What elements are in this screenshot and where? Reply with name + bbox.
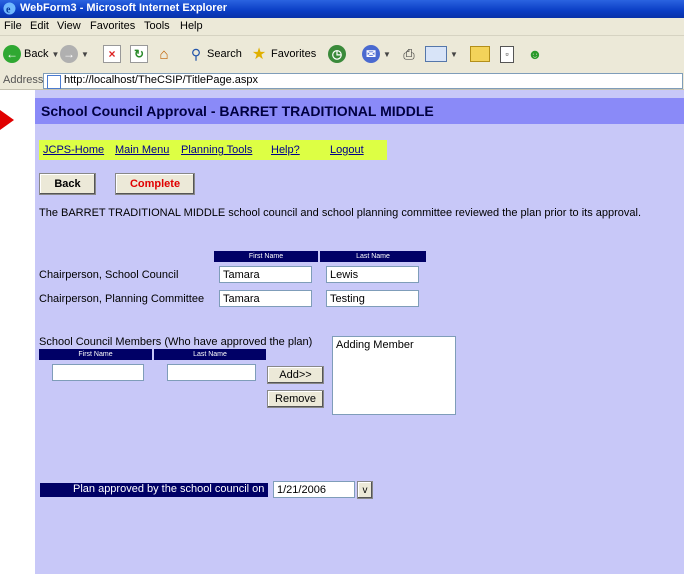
back-button[interactable]: Back — [39, 173, 96, 195]
chair-first-name-header: First Name — [214, 251, 318, 262]
add-member-button[interactable]: Add>> — [267, 366, 324, 384]
menu-favorites[interactable]: Favorites — [90, 20, 135, 32]
favorites-button[interactable]: ★ Favorites — [250, 44, 316, 64]
ie-logo-icon: e — [3, 2, 16, 16]
member-last-name-input[interactable] — [167, 364, 256, 381]
nav-planning-tools[interactable]: Planning Tools — [181, 144, 252, 156]
planning-committee-chair-last-input[interactable]: Testing — [326, 290, 419, 307]
menu-help[interactable]: Help — [180, 20, 203, 32]
window-title: WebForm3 - Microsoft Internet Explorer — [20, 2, 227, 14]
back-nav-button[interactable]: ← Back ▼ — [3, 44, 59, 64]
member-last-name-header: Last Name — [154, 349, 266, 360]
stop-button[interactable]: × — [103, 44, 121, 64]
list-item[interactable]: Adding Member — [333, 337, 455, 353]
messenger-button[interactable]: ☻ — [525, 44, 545, 64]
address-input[interactable]: http://localhost/TheCSIP/TitlePage.aspx — [43, 73, 683, 89]
menu-edit[interactable]: Edit — [30, 20, 49, 32]
chevron-down-icon: ▼ — [81, 49, 89, 59]
stop-icon: × — [103, 45, 121, 63]
browser-toolbar: ← Back ▼ → ▼ × ↻ ⌂ ⚲ Search ★ Favorites … — [0, 36, 684, 73]
menu-bar: File Edit View Favorites Tools Help — [0, 18, 684, 36]
page-title-bar: School Council Approval - BARRET TRADITI… — [35, 98, 684, 124]
planning-committee-chair-first-input[interactable]: Tamara — [219, 290, 312, 307]
date-dropdown-button[interactable]: v — [357, 481, 373, 499]
chair-last-name-header: Last Name — [320, 251, 426, 262]
research-button[interactable]: ▫ — [500, 44, 514, 64]
home-button[interactable]: ⌂ — [155, 44, 173, 64]
complete-button[interactable]: Complete — [115, 173, 195, 195]
school-council-chair-label: Chairperson, School Council — [39, 269, 179, 281]
approval-date-label-bar: Plan approved by the school council on — [40, 483, 268, 497]
school-council-chair-last-input[interactable]: Lewis — [326, 266, 419, 283]
nav-jcps-home[interactable]: JCPS-Home — [43, 144, 104, 156]
home-icon: ⌂ — [159, 45, 169, 63]
research-icon: ▫ — [500, 45, 514, 63]
approval-date-input[interactable]: 1/21/2006 — [273, 481, 355, 498]
school-council-chair-first-input[interactable]: Tamara — [219, 266, 312, 283]
window-titlebar: e WebForm3 - Microsoft Internet Explorer — [0, 0, 684, 18]
member-first-name-input[interactable] — [52, 364, 144, 381]
members-label: School Council Members (Who have approve… — [39, 336, 313, 348]
approval-description: The BARRET TRADITIONAL MIDDLE school cou… — [39, 207, 642, 219]
mail-icon: ✉ — [362, 45, 380, 63]
chevron-down-icon: ▼ — [383, 49, 391, 59]
chevron-down-icon: ▼ — [51, 49, 60, 59]
edit-page-icon — [425, 46, 447, 62]
nav-bar: JCPS-Home Main Menu Planning Tools Help?… — [39, 140, 387, 160]
svg-text:e: e — [6, 5, 11, 16]
page-body — [35, 90, 684, 574]
folder-button[interactable] — [470, 44, 490, 64]
pointer-arrow-icon — [0, 110, 14, 130]
address-url: http://localhost/TheCSIP/TitlePage.aspx — [64, 74, 259, 86]
history-icon: ◷ — [328, 45, 346, 63]
forward-nav-button[interactable]: → ▼ — [60, 44, 89, 64]
nav-logout[interactable]: Logout — [330, 144, 364, 156]
forward-arrow-icon: → — [60, 45, 78, 63]
nav-help[interactable]: Help? — [271, 144, 300, 156]
address-bar: Address http://localhost/TheCSIP/TitlePa… — [0, 72, 684, 90]
back-arrow-icon: ← — [3, 45, 21, 63]
members-listbox[interactable]: Adding Member — [332, 336, 456, 415]
star-icon: ★ — [251, 46, 267, 63]
folder-icon — [470, 46, 490, 62]
planning-committee-chair-label: Chairperson, Planning Committee — [39, 293, 205, 305]
print-button[interactable]: ⎙ — [400, 44, 418, 64]
remove-member-button[interactable]: Remove — [267, 390, 324, 408]
search-button[interactable]: ⚲ Search — [188, 44, 242, 64]
approval-date-label: Plan approved by the school council on — [73, 483, 265, 495]
nav-main-menu[interactable]: Main Menu — [115, 144, 169, 156]
page-icon — [47, 75, 61, 89]
refresh-icon: ↻ — [130, 45, 148, 63]
member-first-name-header: First Name — [39, 349, 152, 360]
edit-button[interactable]: ▼ — [425, 44, 458, 64]
search-icon: ⚲ — [190, 45, 202, 62]
menu-tools[interactable]: Tools — [144, 20, 170, 32]
menu-view[interactable]: View — [57, 20, 81, 32]
history-button[interactable]: ◷ — [328, 44, 346, 64]
mail-button[interactable]: ✉ ▼ — [362, 44, 391, 64]
printer-icon: ⎙ — [403, 45, 415, 62]
chevron-down-icon: ▼ — [450, 49, 458, 59]
menu-file[interactable]: File — [4, 20, 22, 32]
address-label: Address — [3, 74, 44, 86]
refresh-button[interactable]: ↻ — [130, 44, 148, 64]
page-title: School Council Approval - BARRET TRADITI… — [41, 103, 434, 119]
messenger-icon: ☻ — [527, 46, 543, 62]
